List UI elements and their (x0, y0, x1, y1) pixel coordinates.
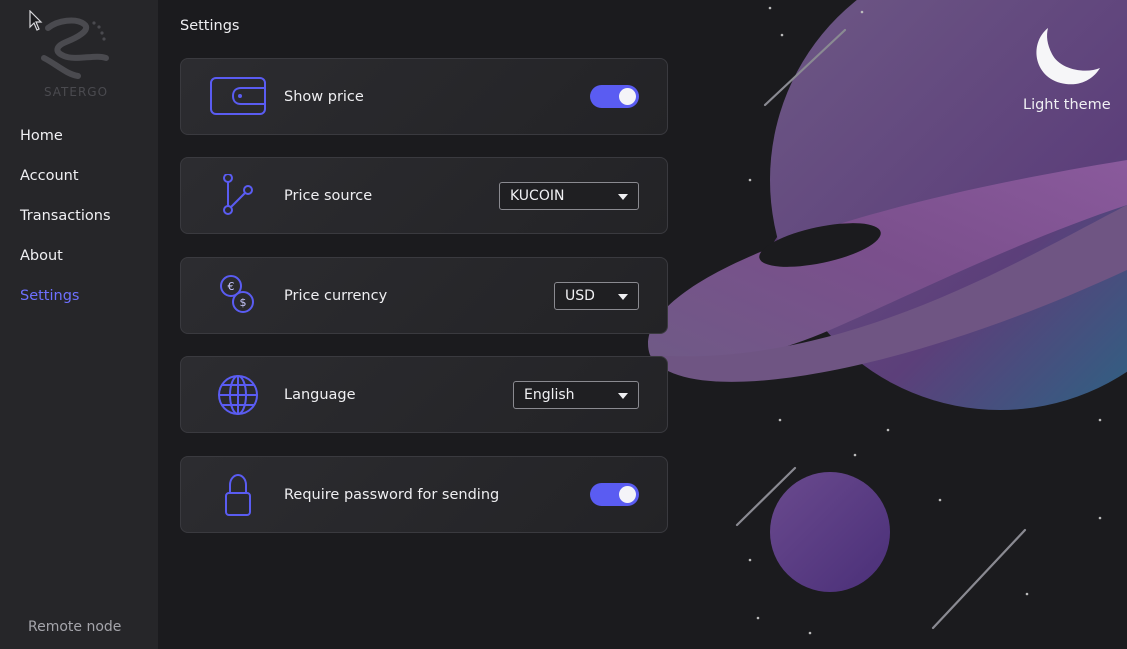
remote-node-link[interactable]: Remote node (28, 619, 121, 635)
lock-icon (225, 473, 251, 516)
sidebar-item-home[interactable]: Home (20, 128, 63, 144)
sidebar-item-account[interactable]: Account (20, 168, 79, 184)
page-title: Settings (180, 18, 240, 34)
price-source-value: KUCOIN (510, 188, 565, 204)
chevron-down-icon (618, 294, 628, 300)
setting-card-show-price: Show price (180, 58, 668, 135)
sidebar: SATERGO Home Account Transactions About … (0, 0, 158, 649)
price-source-label: Price source (284, 188, 373, 204)
svg-text:$: $ (240, 296, 247, 309)
language-label: Language (284, 387, 356, 403)
require-password-label: Require password for sending (284, 487, 500, 503)
chevron-down-icon (618, 194, 628, 200)
setting-card-price-currency: € $ Price currency USD (180, 257, 668, 334)
toggle-knob (619, 486, 636, 503)
svg-text:€: € (228, 280, 235, 293)
setting-card-require-password: Require password for sending (180, 456, 668, 533)
price-currency-value: USD (565, 288, 595, 304)
moon-icon (1036, 28, 1100, 85)
language-select[interactable]: English (513, 381, 639, 409)
show-price-label: Show price (284, 89, 364, 105)
price-source-select[interactable]: KUCOIN (499, 182, 639, 210)
require-password-toggle[interactable] (590, 483, 639, 506)
setting-card-language: Language English (180, 356, 668, 433)
logo-text: SATERGO (43, 85, 109, 99)
show-price-toggle[interactable] (590, 85, 639, 108)
wallet-icon (210, 77, 266, 115)
price-currency-select[interactable]: USD (554, 282, 639, 310)
currency-icon: € $ (220, 275, 254, 313)
sidebar-item-settings[interactable]: Settings (20, 288, 79, 304)
sidebar-item-transactions[interactable]: Transactions (20, 208, 111, 224)
theme-label: Light theme (1023, 97, 1111, 113)
satergo-logo: SATERGO (36, 14, 122, 104)
chevron-down-icon (618, 393, 628, 399)
mouse-cursor-icon (29, 10, 43, 31)
setting-card-price-source: Price source KUCOIN (180, 157, 668, 234)
toggle-knob (619, 88, 636, 105)
price-currency-label: Price currency (284, 288, 388, 304)
language-value: English (524, 387, 575, 403)
branch-icon (223, 174, 253, 215)
sidebar-item-about[interactable]: About (20, 248, 63, 264)
globe-icon (218, 375, 258, 415)
